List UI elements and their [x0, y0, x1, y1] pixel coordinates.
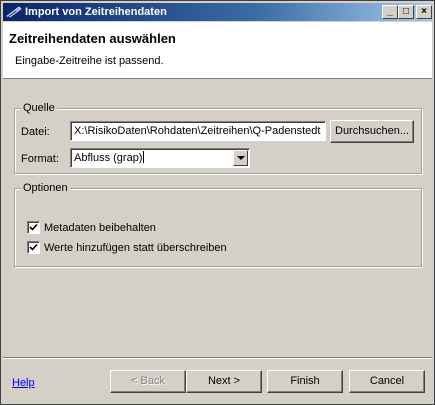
- help-link[interactable]: Help: [12, 376, 35, 390]
- format-label: Format:: [21, 153, 59, 165]
- append-values-label[interactable]: Werte hinzufügen statt überschreiben: [44, 241, 227, 255]
- close-button[interactable]: ×: [416, 5, 432, 19]
- back-button[interactable]: < Back: [110, 370, 186, 393]
- source-group-label: Quelle: [21, 101, 57, 115]
- file-path-input[interactable]: X:\RisikoDaten\Rohdaten\Zeitreihen\Q-Pad…: [70, 121, 326, 141]
- keep-metadata-checkbox[interactable]: [27, 221, 40, 234]
- minimize-button[interactable]: _: [382, 5, 398, 19]
- app-icon: [6, 6, 22, 18]
- checkmark-icon: [29, 243, 38, 251]
- import-dialog: Import von Zeitreihendaten _ □ × Zeitrei…: [0, 0, 435, 405]
- title-bar[interactable]: Import von Zeitreihendaten _ □ ×: [3, 3, 432, 21]
- browse-button[interactable]: Durchsuchen...: [330, 120, 414, 143]
- options-group-label: Optionen: [21, 181, 70, 195]
- status-message: Eingabe-Zeitreihe ist passend.: [15, 55, 164, 67]
- page-title: Zeitreihendaten auswählen: [9, 31, 176, 46]
- file-label: Datei:: [21, 126, 50, 138]
- cancel-button[interactable]: Cancel: [349, 370, 425, 393]
- wizard-header: Zeitreihendaten auswählen Eingabe-Zeitre…: [3, 22, 432, 79]
- maximize-button[interactable]: □: [398, 5, 414, 19]
- source-group: Quelle Datei: X:\RisikoDaten\Rohdaten\Ze…: [14, 101, 422, 174]
- finish-button[interactable]: Finish: [267, 370, 343, 393]
- window-title: Import von Zeitreihendaten: [25, 6, 167, 18]
- options-group: Optionen Metadaten beibehalten Werte hin…: [14, 181, 422, 267]
- keep-metadata-label[interactable]: Metadaten beibehalten: [44, 221, 156, 235]
- format-select-value: Abfluss (grap): [74, 152, 143, 164]
- format-select[interactable]: Abfluss (grap): [70, 148, 250, 168]
- next-button[interactable]: Next >: [186, 370, 262, 393]
- chevron-down-icon[interactable]: [233, 150, 248, 166]
- checkmark-icon: [29, 223, 38, 231]
- append-values-checkbox[interactable]: [27, 241, 40, 254]
